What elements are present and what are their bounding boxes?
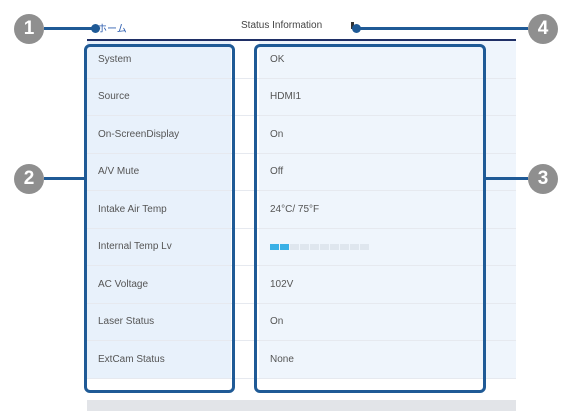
callout-badge-3: 3 xyxy=(528,164,558,194)
callout-badge-1: 1 xyxy=(14,14,44,44)
callout-box-values xyxy=(254,44,486,393)
callout-badge-4: 4 xyxy=(528,14,558,44)
callout-4-dot xyxy=(352,24,361,33)
callout-box-labels xyxy=(84,44,235,393)
callout-badge-2: 2 xyxy=(14,164,44,194)
callout-3-leader xyxy=(486,177,528,180)
callout-1-leader xyxy=(44,27,96,30)
callout-4-leader xyxy=(355,27,528,30)
home-label: ホーム xyxy=(97,24,127,35)
callout-2-leader xyxy=(44,177,86,180)
footer-strip xyxy=(87,400,516,411)
page-title: Status Information xyxy=(241,20,323,31)
callout-1-dot xyxy=(91,24,100,33)
